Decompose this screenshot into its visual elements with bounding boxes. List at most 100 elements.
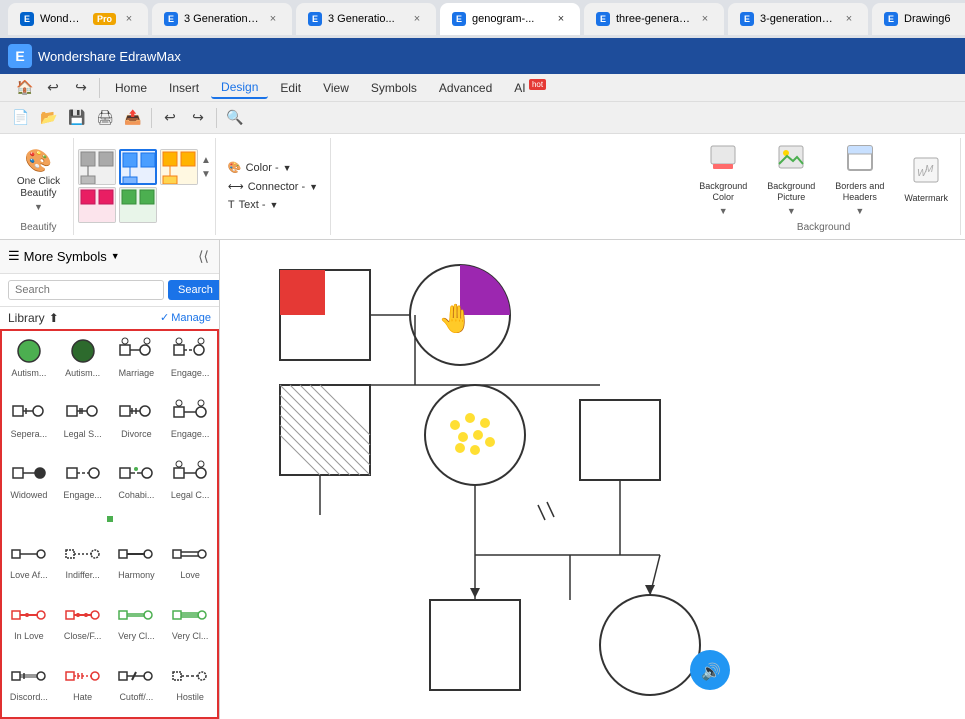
print-button[interactable]: 🖨 [92,105,118,131]
theme-2-active[interactable] [119,149,157,185]
theme-scroll-up[interactable]: ▲ [201,155,211,166]
symbol-close-f[interactable]: Close/F... [56,594,110,655]
autism-dark-label: Autism... [59,368,107,378]
menu-design[interactable]: Design [211,77,268,99]
tab-drawing6[interactable]: E Drawing6 [872,3,965,35]
theme-4[interactable] [78,187,116,223]
tab-gen1[interactable]: E 3 Generation G... × [152,3,292,35]
symbol-autism-dark[interactable]: Autism... [56,331,110,392]
redo-toolbar-button[interactable]: ↪ [185,105,211,131]
symbol-engage1[interactable]: Engage... [163,331,217,392]
symbol-hate[interactable]: Hate [56,655,110,716]
search-input[interactable] [8,280,164,300]
theme-1[interactable] [78,149,116,185]
tab-title-edrawmax: Wondershare EdrawMax [40,13,83,25]
symbol-widowed[interactable]: Widowed [2,453,56,514]
text-style-button[interactable]: T Text - ▼ [224,197,322,213]
symbol-divorce[interactable]: Divorce [110,392,164,453]
one-click-beautify-button[interactable]: 🎨 One ClickBeautify ▼ [15,140,62,221]
widowed-icon [9,458,49,488]
harmony-icon [116,538,156,568]
menu-edit[interactable]: Edit [270,78,311,98]
symbol-discord[interactable]: Discord... [2,655,56,716]
theme-3[interactable] [160,149,198,185]
menu-view[interactable]: View [313,78,359,98]
redo-button[interactable]: ↪ [68,75,94,101]
symbol-autism-green[interactable]: Autism... [2,331,56,392]
engage2-label: Engage... [166,429,214,439]
gen2-middle-node[interactable] [425,385,525,485]
tab-close-edrawmax[interactable]: × [122,13,136,25]
symbol-legal-sep[interactable]: Legal S... [56,392,110,453]
new-file-button[interactable]: 📄 [8,105,34,131]
theme-scroll-down[interactable]: ▼ [201,169,211,180]
symbol-engage2[interactable]: Engage... [163,392,217,453]
panel-collapse-button[interactable]: ⟨⟨ [196,246,211,267]
tab-close-gen1[interactable]: × [266,13,280,25]
borders-svg [846,144,874,172]
menu-ai[interactable]: AI hot [504,77,556,98]
theme-5[interactable] [119,187,157,223]
save-button[interactable]: 💾 [64,105,90,131]
cutoff-svg [118,665,154,685]
background-color-button[interactable]: BackgroundColor ▼ [691,140,755,220]
symbol-very-cl1[interactable]: Very Cl... [110,594,164,655]
tab-three[interactable]: E three-generati... × [584,3,724,35]
tab-close-gen2[interactable]: × [410,13,424,25]
tab-3gen[interactable]: E 3-generation-f... × [728,3,868,35]
autism-dark-svg [65,337,101,365]
tab-close-genogram[interactable]: × [554,13,568,25]
marriage-icon [116,336,156,366]
symbol-hostile[interactable]: Hostile [163,655,217,716]
zoom-button[interactable]: 🔍 [222,105,248,131]
color-style-button[interactable]: 🎨 Color - ▼ [224,159,322,176]
background-picture-button[interactable]: BackgroundPicture ▼ [759,140,823,220]
symbol-engage3[interactable]: Engage... [56,453,110,514]
tab-close-3gen[interactable]: × [842,13,856,25]
menu-symbols[interactable]: Symbols [361,78,427,98]
gen1-left-node[interactable] [280,270,370,360]
search-button[interactable]: Search [168,280,220,300]
symbol-cutoff[interactable]: Cutoff/... [110,655,164,716]
borders-headers-button[interactable]: Borders andHeaders ▼ [827,140,892,220]
home-nav-icon[interactable]: 🏠 [12,75,38,101]
tab-title-three: three-generati... [616,13,692,25]
gen3-right-node[interactable] [600,555,700,695]
symbol-indiff[interactable]: Indiffer... [56,533,110,594]
menu-home[interactable]: Home [105,78,157,98]
gen2-left-node[interactable] [280,385,370,475]
watermark-label: Watermark [904,193,948,204]
library-collapse-icon[interactable]: ⬆ [49,311,59,325]
manage-button[interactable]: ✓ Manage [160,311,211,324]
canvas-area[interactable]: 🤚 [220,240,965,719]
symbol-very-cl2[interactable]: Very Cl... [163,594,217,655]
text-dropdown-icon: ▼ [270,200,279,210]
export-button[interactable]: 📤 [120,105,146,131]
symbol-love-affair[interactable]: Love Af... [2,533,56,594]
symbol-in-love[interactable]: In Love [2,594,56,655]
more-symbols-title[interactable]: ☰ More Symbols ▼ [8,248,120,264]
menu-insert[interactable]: Insert [159,78,209,98]
tab-gen2[interactable]: E 3 Generatio... × [296,3,436,35]
symbol-harmony[interactable]: Harmony [110,533,164,594]
symbol-marriage[interactable]: Marriage [110,331,164,392]
connector-style-button[interactable]: ⟷ Connector - ▼ [224,178,322,195]
watermark-button[interactable]: W M Watermark [896,152,956,208]
tab-genogram[interactable]: E genogram-... × [440,3,580,35]
very-cl2-svg [172,604,208,624]
symbol-cohabit[interactable]: Cohabi... [110,453,164,514]
menu-advanced[interactable]: Advanced [429,78,502,98]
symbol-legal-c[interactable]: Legal C... [163,453,217,514]
gen2-right-node[interactable] [580,400,660,480]
hostile-svg [172,665,208,685]
gen1-right-node[interactable]: 🤚 [410,265,510,365]
symbol-love[interactable]: Love [163,533,217,594]
gen3-left-node[interactable] [430,555,570,690]
tab-close-three[interactable]: × [698,13,712,25]
undo-toolbar-button[interactable]: ↩ [157,105,183,131]
separation-icon [9,397,49,427]
open-button[interactable]: 📂 [36,105,62,131]
symbol-separation[interactable]: Sepera... [2,392,56,453]
tab-edrawmax[interactable]: E Wondershare EdrawMax Pro × [8,3,148,35]
undo-button[interactable]: ↩ [40,75,66,101]
